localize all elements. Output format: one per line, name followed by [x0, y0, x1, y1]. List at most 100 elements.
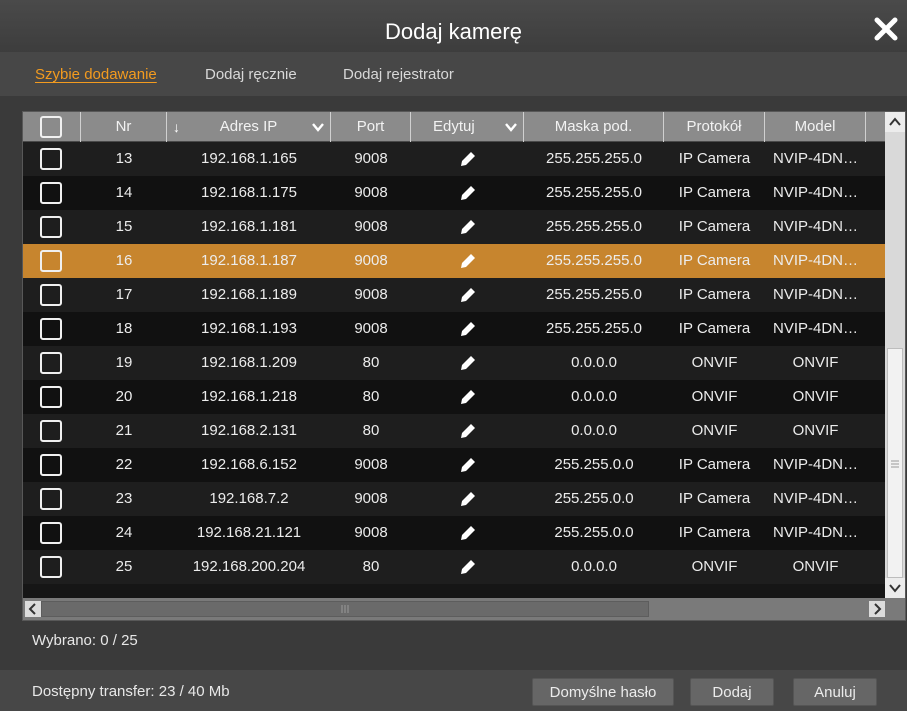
vertical-scrollbar[interactable] [885, 112, 905, 598]
row-checkbox[interactable] [40, 352, 62, 374]
cell-port: 9008 [354, 490, 388, 507]
cell-ip-address: 192.168.1.175 [201, 184, 297, 201]
cell-ip-address: 192.168.1.209 [201, 354, 297, 371]
edit-pencil-icon[interactable] [460, 423, 476, 439]
header-select-all-cell [23, 112, 81, 142]
table-row[interactable]: 21 192.168.2.131 80 0.0.0.0 ONVIF ONVIF [23, 414, 885, 448]
header-nr[interactable]: Nr [81, 112, 167, 142]
edit-pencil-icon[interactable] [460, 151, 476, 167]
header-ip[interactable]: ↓ Adres IP [167, 112, 331, 142]
table-row[interactable]: 13 192.168.1.165 9008 255.255.255.0 IP Camer… [23, 142, 885, 176]
cell-port: 9008 [354, 218, 388, 235]
table-header: Nr ↓ Adres IP Port Edytuj Maska pod. Pro… [23, 112, 885, 142]
header-filler [866, 112, 885, 142]
cell-protocol: IP Camera [678, 286, 751, 303]
close-icon[interactable] [871, 12, 901, 44]
edit-pencil-icon[interactable] [460, 525, 476, 541]
table-row[interactable]: 17 192.168.1.189 9008 255.255.255.0 IP Camer… [23, 278, 885, 312]
row-checkbox[interactable] [40, 488, 62, 510]
cell-model: NVIP-4DN… [772, 490, 858, 507]
row-checkbox[interactable] [40, 556, 62, 578]
cell-model: ONVIF [792, 388, 839, 405]
cell-protocol: ONVIF [691, 388, 738, 405]
edit-pencil-icon[interactable] [460, 491, 476, 507]
cell-model: NVIP-4DN… [772, 150, 858, 167]
cell-port: 9008 [354, 184, 388, 201]
cell-nr: 24 [115, 524, 133, 541]
cell-protocol: IP Camera [678, 218, 751, 235]
table-row[interactable]: 25 192.168.200.204 80 0.0.0.0 ONVIF ONVIF [23, 550, 885, 584]
cell-subnet-mask: 255.255.255.0 [546, 286, 642, 303]
edit-pencil-icon[interactable] [460, 389, 476, 405]
table-body: 13 192.168.1.165 9008 255.255.255.0 IP Camer… [23, 142, 885, 598]
row-checkbox[interactable] [40, 284, 62, 306]
cell-ip-address: 192.168.1.181 [201, 218, 297, 235]
row-checkbox[interactable] [40, 522, 62, 544]
row-checkbox[interactable] [40, 386, 62, 408]
header-model[interactable]: Model [765, 112, 866, 142]
table-row[interactable]: 15 192.168.1.181 9008 255.255.255.0 IP Camer… [23, 210, 885, 244]
edit-pencil-icon[interactable] [460, 355, 476, 371]
row-checkbox[interactable] [40, 250, 62, 272]
edit-pencil-icon[interactable] [460, 287, 476, 303]
cancel-button[interactable]: Anuluj [793, 678, 877, 706]
edit-pencil-icon[interactable] [460, 321, 476, 337]
cell-nr: 16 [115, 252, 133, 269]
row-checkbox[interactable] [40, 420, 62, 442]
cell-protocol: IP Camera [678, 524, 751, 541]
chevron-down-icon[interactable] [310, 119, 326, 135]
horizontal-scroll-thumb[interactable] [41, 601, 649, 617]
header-edit[interactable]: Edytuj [411, 112, 524, 142]
cell-nr: 14 [115, 184, 133, 201]
scroll-up-icon[interactable] [885, 112, 905, 132]
table-row[interactable]: 20 192.168.1.218 80 0.0.0.0 ONVIF ONVIF [23, 380, 885, 414]
dialog-titlebar: Dodaj kamerę [0, 0, 907, 52]
table-row[interactable]: 23 192.168.7.2 9008 255.255.0.0 IP Camera NVI… [23, 482, 885, 516]
header-mask[interactable]: Maska pod. [524, 112, 664, 142]
edit-pencil-icon[interactable] [460, 185, 476, 201]
table-row[interactable]: 14 192.168.1.175 9008 255.255.255.0 IP Camer… [23, 176, 885, 210]
cell-port: 9008 [354, 524, 388, 541]
scroll-left-icon[interactable] [25, 601, 41, 617]
row-checkbox[interactable] [40, 216, 62, 238]
tab-bar: Szybie dodawanie Dodaj ręcznie Dodaj rej… [0, 52, 907, 96]
horizontal-scrollbar[interactable] [23, 598, 905, 620]
table-row[interactable]: 16 192.168.1.187 9008 255.255.255.0 IP Camer… [23, 244, 885, 278]
row-checkbox[interactable] [40, 318, 62, 340]
edit-pencil-icon[interactable] [460, 253, 476, 269]
scroll-right-icon[interactable] [869, 601, 885, 617]
cell-port: 9008 [354, 252, 388, 269]
cell-port: 80 [362, 354, 380, 371]
table-row[interactable]: 22 192.168.6.152 9008 255.255.0.0 IP Camera N… [23, 448, 885, 482]
table-row[interactable]: 19 192.168.1.209 80 0.0.0.0 ONVIF ONVIF [23, 346, 885, 380]
header-ip-label: Adres IP [219, 118, 278, 135]
add-button[interactable]: Dodaj [690, 678, 774, 706]
row-checkbox[interactable] [40, 454, 62, 476]
cell-nr: 19 [115, 354, 133, 371]
select-all-checkbox[interactable] [40, 116, 62, 138]
header-edit-label: Edytuj [433, 118, 475, 135]
tab-add-recorder[interactable]: Dodaj rejestrator [343, 66, 454, 83]
vertical-scroll-thumb[interactable] [887, 348, 903, 578]
edit-pencil-icon[interactable] [460, 219, 476, 235]
header-protocol[interactable]: Protokół [664, 112, 765, 142]
row-checkbox[interactable] [40, 148, 62, 170]
tab-quick-add[interactable]: Szybie dodawanie [35, 66, 157, 83]
default-password-button[interactable]: Domyślne hasło [532, 678, 674, 706]
edit-pencil-icon[interactable] [460, 559, 476, 575]
cell-ip-address: 192.168.2.131 [201, 422, 297, 439]
tab-manual-add[interactable]: Dodaj ręcznie [205, 66, 297, 83]
table-row[interactable]: 18 192.168.1.193 9008 255.255.255.0 IP Camer… [23, 312, 885, 346]
cell-subnet-mask: 0.0.0.0 [571, 354, 617, 371]
header-port[interactable]: Port [331, 112, 411, 142]
cell-port: 9008 [354, 320, 388, 337]
cell-protocol: IP Camera [678, 252, 751, 269]
row-checkbox[interactable] [40, 182, 62, 204]
cell-nr: 17 [115, 286, 133, 303]
scroll-down-icon[interactable] [885, 578, 905, 598]
dialog-title: Dodaj kamerę [385, 19, 522, 44]
edit-pencil-icon[interactable] [460, 457, 476, 473]
chevron-down-icon[interactable] [503, 119, 519, 135]
table-row[interactable]: 24 192.168.21.121 9008 255.255.0.0 IP Camera… [23, 516, 885, 550]
cell-subnet-mask: 0.0.0.0 [571, 422, 617, 439]
